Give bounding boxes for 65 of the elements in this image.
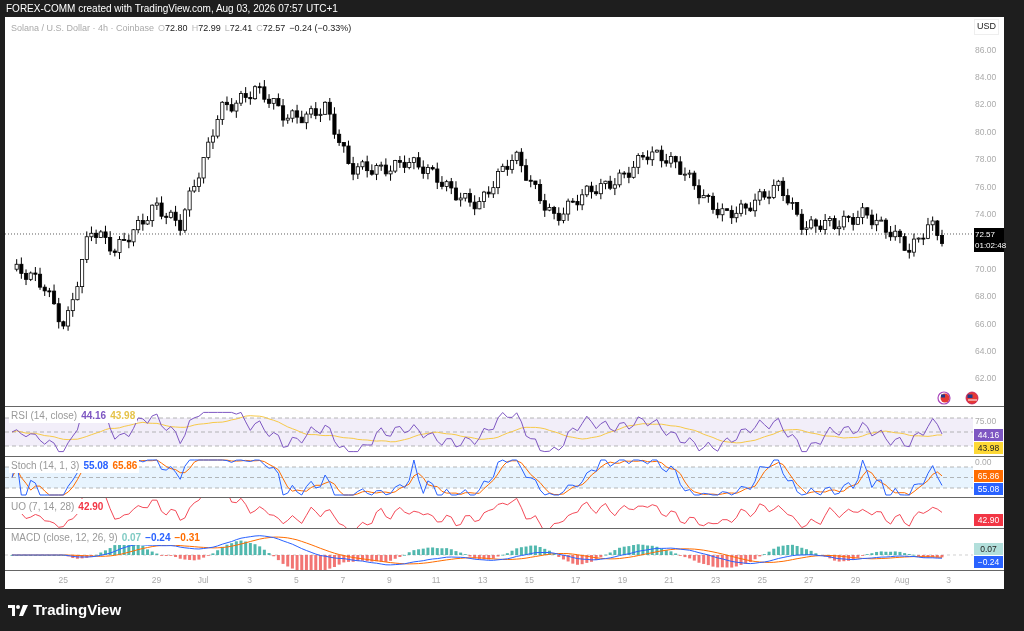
value-badge: 0.07 <box>974 543 1003 555</box>
indicator-value: 65.86 <box>112 459 138 473</box>
price-axis-label: 74.00 <box>974 208 997 220</box>
time-axis-label: Aug <box>893 573 911 587</box>
indicator-value: 0.07 <box>121 531 142 545</box>
value-badge: −0.24 <box>974 556 1003 568</box>
time-axis-label: 7 <box>339 573 347 587</box>
ohlc-value: L72.41 <box>224 22 253 35</box>
time-axis-label: 19 <box>616 573 629 587</box>
indicator-title: UO (7, 14, 28) <box>11 500 75 514</box>
currency-label: USD <box>974 19 999 35</box>
indicator-title: Stoch (14, 1, 3) <box>11 459 80 473</box>
indicator-value: 55.08 <box>83 459 109 473</box>
price-axis-label: 80.00 <box>974 126 997 138</box>
time-axis-label: 23 <box>709 573 722 587</box>
time-axis-label: 17 <box>570 573 582 587</box>
price-axis-label: 66.00 <box>974 318 997 330</box>
time-axis-label: Jul <box>196 573 210 587</box>
time-axis-label: 15 <box>523 573 535 587</box>
last-price: 72.57 <box>975 229 997 240</box>
time-axis-label: 3 <box>246 573 254 587</box>
price-axis-label: 84.00 <box>974 71 997 83</box>
axis-label: 0.00 <box>974 456 992 469</box>
brand-name: TradingView <box>33 599 122 620</box>
price-axis-label: 64.00 <box>974 345 997 357</box>
time-axis-label: 29 <box>150 573 163 587</box>
symbol-title: Solana / U.S. Dollar · 4h · Coinbase <box>11 22 155 35</box>
flag-icon <box>937 391 951 405</box>
time-axis-label: 9 <box>386 573 393 587</box>
indicator-title: MACD (close, 12, 26, 9) <box>11 531 118 545</box>
price-axis-label: 86.00 <box>974 44 997 56</box>
price-axis-label: 70.00 <box>974 263 997 275</box>
value-badge: 55.08 <box>974 483 1003 495</box>
value-badge: 42.90 <box>974 514 1003 526</box>
price-axis-label: 62.00 <box>974 373 997 385</box>
indicator-value: −0.31 <box>174 531 200 545</box>
value-badge: 44.16 <box>974 429 1003 441</box>
value-badge: 65.86 <box>974 470 1003 482</box>
time-axis-label: 21 <box>663 573 675 587</box>
price-change: −0.24 (−0.33%) <box>289 22 352 35</box>
time-axis-label: 27 <box>803 573 815 587</box>
logo-icon <box>8 604 28 616</box>
axis-label: 75.00 <box>974 415 997 428</box>
indicator-title: RSI (14, close) <box>11 409 78 423</box>
time-axis-label: 29 <box>849 573 862 587</box>
flag-icon <box>965 391 979 405</box>
indicator-value: 42.90 <box>78 500 104 514</box>
indicator-value: 44.16 <box>81 409 107 423</box>
time-axis-label: 11 <box>430 573 442 587</box>
ohlc-value: C72.57 <box>256 22 286 35</box>
chart-credit: FOREX-COMM created with TradingView.com, Aug 03, 2026 07:57 UTC+1 <box>6 2 338 16</box>
time-axis-label: 13 <box>476 573 489 587</box>
price-axis-label: 78.00 <box>974 154 997 166</box>
time-axis-label: 3 <box>945 573 952 587</box>
indicator-value: −0.24 <box>145 531 171 545</box>
price-axis-label: 68.00 <box>974 291 997 303</box>
time-axis-label: 27 <box>104 573 116 587</box>
price-axis-label: 76.00 <box>974 181 997 193</box>
time-axis-label: 5 <box>292 573 300 587</box>
time-axis-label: 25 <box>57 573 70 587</box>
price-axis-label: 82.00 <box>974 99 997 111</box>
ohlc-value: O72.80 <box>158 22 188 35</box>
indicator-value: 43.98 <box>110 409 136 423</box>
time-axis-label: 25 <box>756 573 768 587</box>
value-badge: 43.98 <box>974 442 1003 454</box>
